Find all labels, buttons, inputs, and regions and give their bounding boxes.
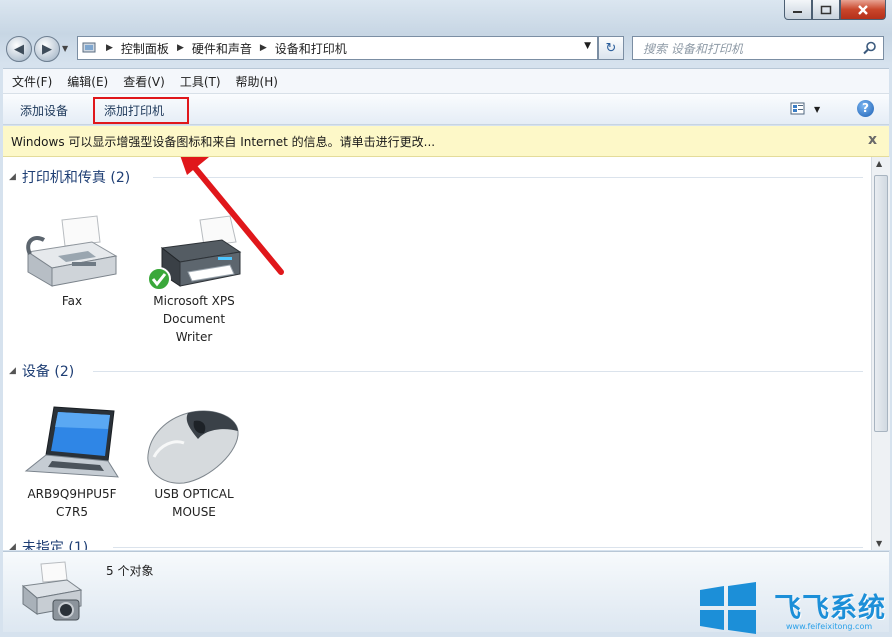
item-count-label: 5 个对象 <box>106 564 154 578</box>
menu-view[interactable]: 查看(V) <box>123 73 165 90</box>
device-item-fax[interactable]: Fax <box>22 212 122 310</box>
maximize-icon <box>820 5 832 14</box>
help-icon: ? <box>862 101 869 115</box>
menu-tools[interactable]: 工具(T) <box>180 73 221 90</box>
scrollbar-thumb[interactable] <box>874 175 888 432</box>
vertical-scrollbar[interactable]: ▲ ▼ <box>871 157 890 550</box>
info-bar[interactable]: Windows 可以显示增强型设备图标和来自 Internet 的信息。请单击进… <box>3 126 889 157</box>
device-label-line-2: MOUSE <box>172 505 216 519</box>
back-button[interactable]: ◀ <box>6 36 32 62</box>
window-controls <box>784 0 886 22</box>
devices-printers-icon <box>21 561 83 621</box>
view-options-button[interactable]: ▼ <box>790 102 820 116</box>
collapse-icon: ◢ <box>9 542 16 550</box>
minimize-button[interactable] <box>784 0 812 20</box>
address-dropdown-icon[interactable]: ▼ <box>584 41 591 51</box>
search-icon[interactable] <box>863 41 877 55</box>
device-label-line-1: Microsoft XPS <box>153 294 235 308</box>
device-label-line-3: Writer <box>175 330 213 344</box>
annotation-arrow-icon <box>180 157 284 275</box>
group-title: 未指定 (1) <box>21 540 89 550</box>
explorer-window: ◀ ▶ ▼ ▶ 控制面板 ▶ 硬件和声音 ▶ 设备和打印机 ▼ ↻ 搜索 设备和… <box>0 0 892 637</box>
forward-button[interactable]: ▶ <box>34 36 60 62</box>
breadcrumb-arrow-icon: ▶ <box>176 43 184 53</box>
view-dropdown-icon: ▼ <box>814 104 821 114</box>
device-label-line-2: Document <box>162 312 226 326</box>
menu-help[interactable]: 帮助(H) <box>236 73 278 90</box>
group-divider <box>93 371 863 372</box>
info-bar-close-icon[interactable]: x <box>868 132 877 148</box>
mouse-icon <box>144 405 244 485</box>
devices-content-pane: ◢ 打印机和传真 (2) Fax Microsoft XPS Document … <box>3 157 871 550</box>
group-title: 设备 (2) <box>21 364 75 380</box>
breadcrumb-control-panel[interactable]: 控制面板 <box>121 40 169 57</box>
change-view-icon <box>790 102 805 115</box>
search-box[interactable]: 搜索 设备和打印机 <box>632 36 884 60</box>
back-arrow-icon: ◀ <box>14 41 24 57</box>
forward-arrow-icon: ▶ <box>42 41 52 57</box>
group-header-unspecified[interactable]: ◢ 未指定 (1) <box>9 537 88 550</box>
device-label-line-1: USB OPTICAL <box>154 487 234 501</box>
scroll-down-icon[interactable]: ▼ <box>876 539 882 548</box>
site-watermark: 飞飞系统 www.feifeixitong.com <box>690 578 892 637</box>
breadcrumb-hardware-sound[interactable]: 硬件和声音 <box>192 40 252 57</box>
device-item-computer[interactable]: ARB9Q9HPU5F C7R5 <box>22 405 122 521</box>
help-button[interactable]: ? <box>857 100 874 117</box>
annotation-highlight-box <box>93 97 189 124</box>
collapse-icon: ◢ <box>9 172 16 182</box>
windows-logo-icon <box>700 582 756 634</box>
maximize-button[interactable] <box>812 0 840 20</box>
breadcrumb-arrow-icon: ▶ <box>259 43 267 53</box>
minimize-icon <box>793 10 802 13</box>
scroll-up-icon[interactable]: ▲ <box>876 159 882 168</box>
fax-icon <box>22 212 122 292</box>
refresh-button[interactable]: ↻ <box>598 36 624 60</box>
laptop-icon <box>22 405 122 485</box>
refresh-icon: ↻ <box>605 40 617 56</box>
breadcrumb-devices-printers[interactable]: 设备和打印机 <box>275 40 347 57</box>
device-label-line-2: C7R5 <box>56 505 88 519</box>
device-label-line-1: ARB9Q9HPU5F <box>27 487 117 501</box>
device-item-mouse[interactable]: USB OPTICAL MOUSE <box>144 405 244 521</box>
device-label: Fax <box>61 294 83 308</box>
menu-bar: 文件(F) 编辑(E) 查看(V) 工具(T) 帮助(H) <box>3 68 889 94</box>
search-placeholder: 搜索 设备和打印机 <box>643 41 743 56</box>
address-bar[interactable]: ▶ 控制面板 ▶ 硬件和声音 ▶ 设备和打印机 ▼ <box>77 36 598 60</box>
menu-file[interactable]: 文件(F) <box>12 73 52 90</box>
watermark-url: www.feifeixitong.com <box>786 622 873 631</box>
breadcrumb-arrow-icon: ▶ <box>106 43 113 53</box>
collapse-icon: ◢ <box>9 366 16 376</box>
group-header-devices[interactable]: ◢ 设备 (2) <box>9 361 74 381</box>
watermark-text: 飞飞系统 <box>774 593 886 624</box>
group-title: 打印机和传真 (2) <box>21 170 131 186</box>
group-divider <box>113 547 863 548</box>
menu-edit[interactable]: 编辑(E) <box>67 73 108 90</box>
navigation-bar: ◀ ▶ ▼ ▶ 控制面板 ▶ 硬件和声音 ▶ 设备和打印机 ▼ ↻ 搜索 设备和… <box>0 28 892 66</box>
info-bar-text: Windows 可以显示增强型设备图标和来自 Internet 的信息。请单击进… <box>11 134 436 149</box>
control-panel-icon <box>82 42 96 53</box>
close-button[interactable] <box>840 0 886 20</box>
recent-pages-dropdown[interactable]: ▼ <box>62 44 68 53</box>
add-device-button[interactable]: 添加设备 <box>20 102 68 119</box>
close-icon <box>858 4 868 15</box>
group-header-printers[interactable]: ◢ 打印机和传真 (2) <box>9 167 130 187</box>
